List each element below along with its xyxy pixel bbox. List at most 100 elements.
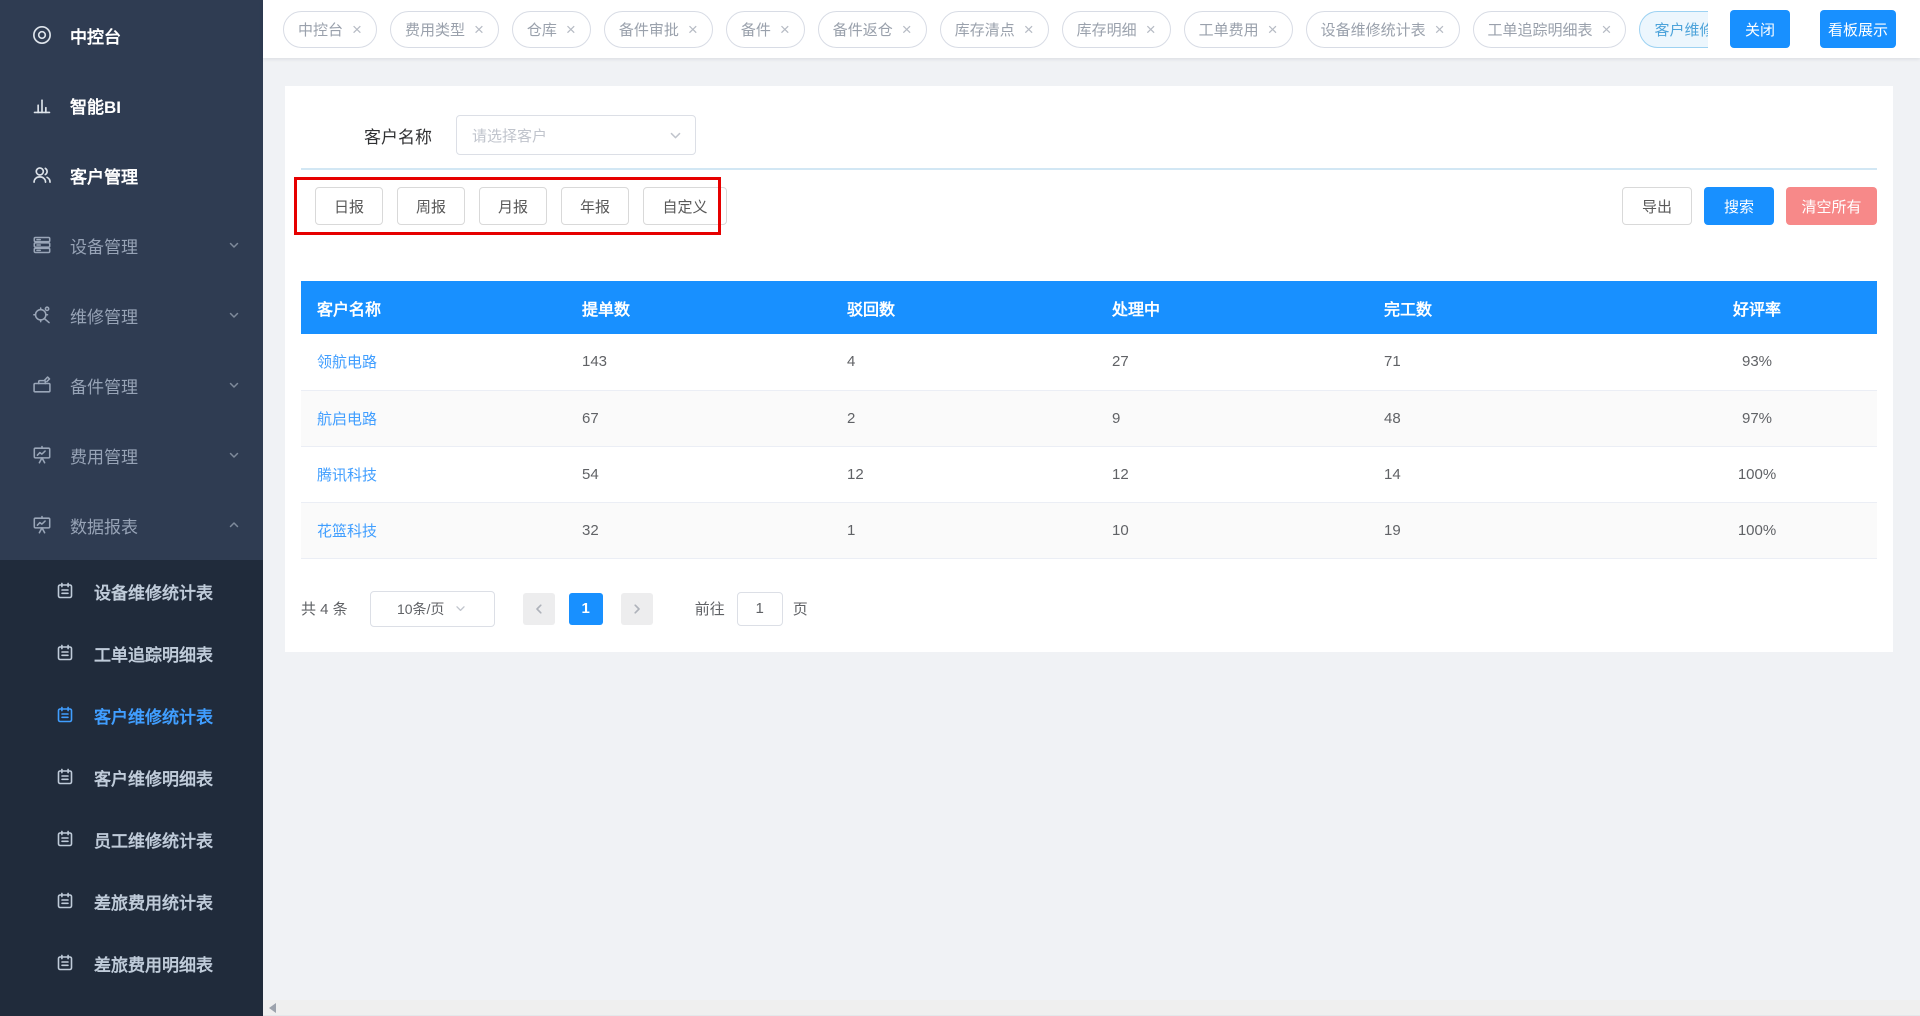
tab-device-repair-stats[interactable]: 设备维修统计表 ×	[1305, 10, 1460, 48]
pagination: 共 4 条 10条/页 1 前往 1 页	[301, 590, 1877, 627]
sidebar-subitem-travel-expense-stats[interactable]: 差旅费用统计表	[0, 870, 263, 932]
sidebar-item-smart-bi[interactable]: 智能BI	[0, 70, 263, 140]
sidebar-item-device-mgmt[interactable]: 设备管理	[0, 210, 263, 280]
close-icon[interactable]: ×	[780, 21, 790, 38]
table-row: 腾讯科技 54 12 12 14 100%	[301, 446, 1877, 503]
sidebar-item-expense-mgmt[interactable]: 费用管理	[0, 420, 263, 490]
sidebar-item-console[interactable]: 中控台	[0, 0, 263, 70]
sidebar-subitem-label: 客户维修明细表	[94, 769, 213, 789]
close-icon[interactable]: ×	[1024, 21, 1034, 38]
close-icon[interactable]: ×	[1602, 21, 1612, 38]
close-tabs-button[interactable]: 关闭	[1730, 10, 1790, 48]
table-cell: 48	[1368, 390, 1637, 447]
bar-chart-icon	[31, 94, 53, 116]
close-icon[interactable]: ×	[1435, 21, 1445, 38]
table-cell: 67	[566, 390, 831, 447]
weekly-report-button[interactable]: 周报	[397, 187, 465, 225]
close-icon[interactable]: ×	[1146, 21, 1156, 38]
sidebar-subitem-employee-repair-stats[interactable]: 员工维修统计表	[0, 808, 263, 870]
sidebar-subitem-travel-expense-detail[interactable]: 差旅费用明细表	[0, 932, 263, 994]
sidebar-item-data-reports[interactable]: 数据报表	[0, 490, 263, 560]
tab-inventory-check[interactable]: 库存清点 ×	[939, 10, 1049, 48]
customer-select[interactable]: 请选择客户	[456, 115, 696, 155]
sidebar-subitem-customer-repair-stats[interactable]: 客户维修统计表	[0, 684, 263, 746]
tab-label: 备件审批	[618, 21, 679, 39]
sidebar-item-label: 智能BI	[70, 97, 121, 117]
column-header-completed: 完工数	[1368, 281, 1637, 334]
tab-inventory-detail[interactable]: 库存明细 ×	[1061, 10, 1171, 48]
customer-link[interactable]: 花篮科技	[317, 523, 377, 540]
column-header-customer-name: 客户名称	[301, 281, 566, 334]
sidebar-item-label: 维修管理	[70, 307, 138, 327]
tab-customer-repair-stats[interactable]: 客户维修统计表×	[1639, 10, 1708, 48]
tab-console[interactable]: 中控台 ×	[283, 10, 377, 48]
close-icon[interactable]: ×	[1268, 21, 1278, 38]
server-icon	[31, 234, 53, 256]
tab-parts[interactable]: 备件 ×	[725, 10, 805, 48]
tab-workorder-tracking-detail[interactable]: 工单追踪明细表 ×	[1472, 10, 1627, 48]
monthly-report-button[interactable]: 月报	[479, 187, 547, 225]
kanban-display-button[interactable]: 看板展示	[1820, 10, 1896, 48]
tab-workorder-expense[interactable]: 工单费用 ×	[1183, 10, 1293, 48]
tab-parts-approval[interactable]: 备件审批 ×	[603, 10, 713, 48]
report-notebook-icon	[55, 643, 75, 663]
table-row: 领航电路 143 4 27 71 93%	[301, 334, 1877, 391]
search-button[interactable]: 搜索	[1704, 187, 1774, 225]
scroll-left-arrow-icon[interactable]	[269, 1002, 276, 1013]
tab-label: 中控台	[298, 21, 344, 39]
daily-report-button[interactable]: 日报	[315, 187, 383, 225]
customer-link[interactable]: 腾讯科技	[317, 467, 377, 484]
customer-link[interactable]: 领航电路	[317, 354, 377, 371]
report-notebook-icon	[55, 829, 75, 849]
close-icon[interactable]: ×	[352, 21, 362, 38]
main-area: 中控台 × 费用类型 × 仓库 × 备件审批 × 备件 × 备件返仓 × 库存清点 × 库存明…	[263, 0, 1920, 1016]
tab-bar-actions: 关闭 看板展示	[1730, 10, 1896, 48]
close-icon[interactable]: ×	[474, 21, 484, 38]
table-cell: 19	[1368, 502, 1637, 559]
table-cell: 71	[1368, 334, 1637, 391]
chevron-down-icon	[227, 308, 241, 322]
tab-label: 费用类型	[404, 21, 465, 39]
chevron-down-icon	[227, 238, 241, 252]
sidebar-item-parts-mgmt[interactable]: 备件管理	[0, 350, 263, 420]
tab-parts-return[interactable]: 备件返仓 ×	[817, 10, 927, 48]
tab-label: 客户维修统计表	[1654, 21, 1708, 39]
table-cell: 97%	[1637, 390, 1877, 447]
filter-row: 客户名称 请选择客户	[301, 86, 1877, 155]
sidebar-subitem-device-repair-stats[interactable]: 设备维修统计表	[0, 560, 263, 622]
report-period-buttons: 日报 周报 月报 年报 自定义	[315, 187, 727, 225]
report-notebook-icon	[55, 705, 75, 725]
yearly-report-button[interactable]: 年报	[561, 187, 629, 225]
custom-report-button[interactable]: 自定义	[643, 187, 727, 225]
sidebar-subitem-workorder-tracking-detail[interactable]: 工单追踪明细表	[0, 622, 263, 684]
horizontal-scrollbar[interactable]	[263, 1000, 1920, 1016]
close-icon[interactable]: ×	[902, 21, 912, 38]
table-cell: 143	[566, 334, 831, 391]
next-page-button[interactable]	[620, 592, 653, 625]
page-unit-label: 页	[792, 601, 808, 618]
tab-label: 备件	[740, 21, 771, 39]
sidebar-item-repair-mgmt[interactable]: 维修管理	[0, 280, 263, 350]
report-notebook-icon	[55, 767, 75, 787]
table-cell: 100%	[1637, 502, 1877, 559]
customer-link[interactable]: 航启电路	[317, 411, 377, 428]
clear-all-button[interactable]: 清空所有	[1786, 187, 1877, 225]
page-number-button[interactable]: 1	[568, 592, 603, 625]
goto-page-input[interactable]	[736, 591, 783, 626]
open-tabs: 中控台 × 费用类型 × 仓库 × 备件审批 × 备件 × 备件返仓 × 库存清点 × 库存明…	[283, 10, 1708, 48]
tab-label: 工单追踪明细表	[1487, 21, 1593, 39]
export-button[interactable]: 导出	[1622, 187, 1692, 225]
customer-name-label: 客户名称	[364, 127, 432, 147]
close-icon[interactable]: ×	[566, 21, 576, 38]
close-icon[interactable]: ×	[688, 21, 698, 38]
sidebar-subitem-customer-repair-detail[interactable]: 客户维修明细表	[0, 746, 263, 808]
page-size-select[interactable]: 10条/页	[369, 590, 495, 627]
table-cell: 9	[1096, 390, 1368, 447]
tab-label: 库存清点	[954, 21, 1015, 39]
tab-expense-type[interactable]: 费用类型 ×	[389, 10, 499, 48]
tab-warehouse[interactable]: 仓库 ×	[511, 10, 591, 48]
previous-page-button[interactable]	[522, 592, 555, 625]
column-header-rejected: 驳回数	[831, 281, 1096, 334]
sidebar-item-customer-mgmt[interactable]: 客户管理	[0, 140, 263, 210]
sidebar: 中控台 智能BI 客户管理 设备管理 维修管理 备件管理 费用管理 数据报表 设…	[0, 0, 263, 1016]
